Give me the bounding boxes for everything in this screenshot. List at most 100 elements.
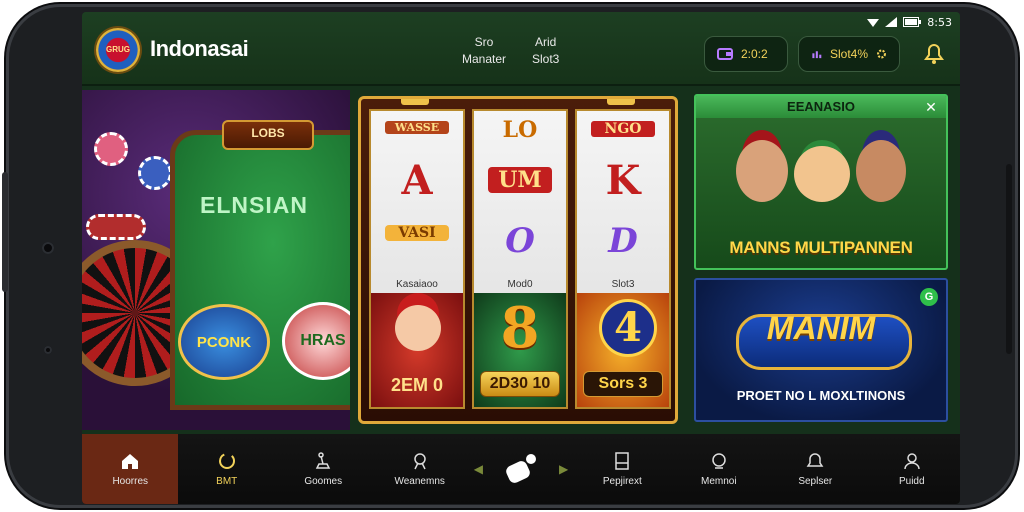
user-icon[interactable] <box>922 42 946 66</box>
trophy-icon <box>413 453 426 470</box>
reel-bottom: 2EM 0 <box>371 293 463 407</box>
battery-icon <box>903 17 922 27</box>
reel-bottom: 4 Sors 3 <box>577 293 669 407</box>
chart-icon <box>812 51 822 59</box>
nav-item-home[interactable]: Hoorres <box>82 434 179 504</box>
casino-chip <box>94 132 128 166</box>
character-face <box>794 146 850 202</box>
header-column-1: Sro Manater <box>462 34 506 68</box>
app-logo[interactable]: GRUG <box>96 28 140 72</box>
slot-reel-1: WASSE A VASI Kasaiaoo 2EM 0 <box>369 109 465 409</box>
nav-item-support[interactable]: Memnoi <box>671 434 767 504</box>
reel-symbol-letter: A <box>401 157 433 204</box>
nav-item-games[interactable]: Goomes <box>275 434 371 504</box>
bottom-navigation: Hoorres BMT Goomes Weanemns ◀ ▶ Pepjirex… <box>82 434 960 504</box>
reel-symbol-top: NGO <box>591 121 655 137</box>
signal-icon <box>885 17 898 27</box>
nav-label: BMT <box>216 476 238 487</box>
home-icon <box>122 454 139 469</box>
balance-pill[interactable]: 2:0:2 <box>704 36 788 72</box>
reel-name: Slot3 <box>611 279 635 290</box>
center-action-button[interactable]: ◀ ▶ <box>468 434 574 504</box>
reel-symbol-top: LO <box>502 117 538 143</box>
header-col1-line1: Sro <box>474 35 494 49</box>
jackpot-number: 8 <box>500 295 540 361</box>
mascot-face <box>395 305 441 351</box>
reel-bottom: 8 2D30 10 <box>474 293 566 407</box>
reel-win-value: 2EM 0 <box>390 375 444 395</box>
slot-reel-2: LO UM O Mod0 8 2D30 10 <box>472 109 568 409</box>
reel-symbol-small: VASI <box>385 225 449 241</box>
profile-icon <box>904 453 920 470</box>
character-face <box>736 140 788 202</box>
reel-name: Kasaiaoo <box>396 279 438 290</box>
app-screen: GRUG Indonasai Sro Manater Arid Slot3 2:… <box>82 12 960 504</box>
table-label: ELNSIAN <box>200 192 308 218</box>
table-games-panel[interactable]: LOBS ELNSIAN PCONK HRAS <box>82 90 350 430</box>
phone-frame: GRUG Indonasai Sro Manater Arid Slot3 2:… <box>2 4 1018 508</box>
header-col1-line2: Manater <box>462 52 507 66</box>
chevron-right-icon: ▶ <box>559 462 569 476</box>
balance-value: 2:0:2 <box>741 47 768 61</box>
status-time: 8:53 <box>927 15 952 29</box>
refresh-icon <box>218 453 235 469</box>
status-bar: 8:53 <box>867 14 952 30</box>
reel-symbol-top: WASSE <box>385 121 449 134</box>
nav-label: Pepjirext <box>602 476 642 487</box>
app-title: Indonasai <box>150 36 249 61</box>
logo-text: GRUG <box>106 45 130 54</box>
reel-win-value: Sors 3 <box>583 371 663 397</box>
brand-subtitle: PROET NO L MOXLTINONS <box>736 388 906 403</box>
nav-label: Puidd <box>898 476 925 487</box>
front-camera <box>42 242 54 254</box>
volume-button <box>2 172 8 292</box>
game-badge-hras-label: HRAS <box>300 332 346 349</box>
header-col2-line1: Arid <box>535 35 557 49</box>
nav-label: Hoorres <box>112 476 149 487</box>
brand-logo-text: MANIM <box>766 310 876 346</box>
brand-promo-card[interactable]: G MANIM PROET NO L MOXLTINONS <box>694 278 948 422</box>
nav-item-profile[interactable]: Puidd <box>864 434 960 504</box>
slot-cap-left <box>401 99 429 105</box>
promo-caption: MANNS MULTIPANNEN <box>729 238 913 257</box>
reel-name: Mod0 <box>507 279 533 290</box>
reel-symbol-small: O <box>505 221 535 261</box>
game-badge-pconk-label: PCONK <box>196 333 252 351</box>
nav-label: Seplser <box>798 476 833 487</box>
lobby-badge: LOBS <box>222 120 314 150</box>
promo-header: EEANASIO <box>696 96 946 118</box>
casino-chip <box>138 156 172 190</box>
header-col2-line2: Slot3 <box>532 52 560 66</box>
sensor-dot <box>44 346 52 354</box>
slot-machine-panel[interactable]: WASSE A VASI Kasaiaoo 2EM 0 LO UM O Mod0… <box>358 96 678 424</box>
joystick-icon <box>315 452 331 469</box>
wifi-icon <box>867 19 880 27</box>
bonus-value: Slot4% <box>829 47 869 61</box>
tag-icon <box>506 454 536 483</box>
bonus-pill[interactable]: Slot4% <box>798 36 900 72</box>
support-icon <box>712 453 726 469</box>
nav-item-bmt[interactable]: BMT <box>178 434 274 504</box>
close-icon[interactable]: ✕ <box>922 98 940 116</box>
nav-item-settings[interactable]: Seplser <box>767 434 863 504</box>
character-face <box>856 140 906 202</box>
right-bezel-slot <box>1006 164 1012 354</box>
wallet-icon <box>717 48 733 60</box>
multiplayer-promo-card[interactable]: EEANASIO ✕ MANNS MULTIPANNEN <box>694 94 948 270</box>
reel-symbol-letter: UM <box>488 167 552 193</box>
tablet-icon <box>615 452 630 470</box>
header-column-2: Arid Slot3 <box>532 34 559 68</box>
jackpot-number: 4 <box>599 299 657 357</box>
chevron-left-icon: ◀ <box>473 462 483 476</box>
reel-symbol-small: D <box>608 221 638 261</box>
gear-icon <box>877 49 886 59</box>
nav-item-winners[interactable]: Weanemns <box>371 434 467 504</box>
top-bar: GRUG Indonasai Sro Manater Arid Slot3 2:… <box>82 12 960 86</box>
nav-item-deposit[interactable]: Pepjirext <box>574 434 670 504</box>
reel-symbol-letter: K <box>605 157 641 204</box>
nav-label: Weanemns <box>394 476 445 487</box>
slot-reel-3: NGO K D Slot3 4 Sors 3 <box>575 109 671 409</box>
bell-icon <box>806 453 824 467</box>
game-badge-pconk[interactable]: PCONK <box>178 304 270 380</box>
nav-label: Memnoi <box>701 476 737 487</box>
